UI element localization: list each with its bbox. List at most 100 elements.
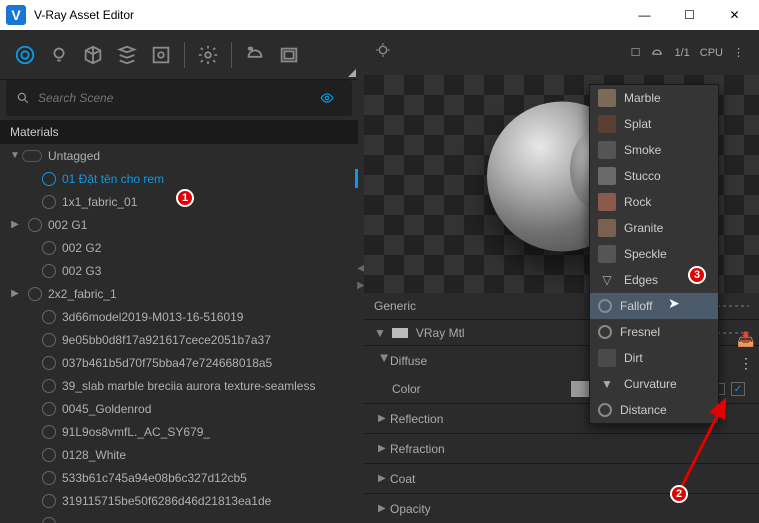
expand-arrow-icon[interactable]: ▼ <box>8 150 22 161</box>
search-filter-icon[interactable] <box>320 91 334 105</box>
material-ball-icon <box>42 402 56 416</box>
expand-arrow-icon[interactable]: ▶ <box>8 288 22 299</box>
cursor-pointer: ➤ <box>668 295 680 312</box>
search-input[interactable] <box>38 91 320 105</box>
tree-node[interactable]: 0045_Goldenrod <box>0 397 358 420</box>
materials-tab-icon[interactable] <box>8 38 42 72</box>
tree-node[interactable]: 01 Đặt tên cho rem <box>0 167 358 190</box>
preview-size-icon[interactable]: ☐ <box>631 46 641 59</box>
tree-node[interactable]: 91L9os8vmfL._AC_SY679_ <box>0 420 358 443</box>
popup-item-curvature[interactable]: ▼Curvature <box>590 371 718 397</box>
material-ball-icon <box>42 264 56 278</box>
material-type-label: VRay Mtl <box>416 326 465 340</box>
material-ball-icon <box>42 333 56 347</box>
tree-node[interactable]: 002 G2 <box>0 236 358 259</box>
texture-enable-checkbox[interactable]: ✓ <box>731 382 745 396</box>
tree-node[interactable]: 533b61c745a94e08b6c327d12cb5 <box>0 466 358 489</box>
popup-item-distance[interactable]: Distance <box>590 397 718 423</box>
popup-item-dirt[interactable]: Dirt <box>590 345 718 371</box>
window-maximize-button[interactable]: ☐ <box>667 0 712 30</box>
popup-item-label: Distance <box>620 403 667 417</box>
window-title: V-Ray Asset Editor <box>34 8 622 22</box>
tree-node[interactable]: 3d66model2019-M013-16-516019 <box>0 305 358 328</box>
toolbar-divider <box>231 42 232 68</box>
chevron-right-icon: ▶ <box>379 355 390 367</box>
accordion-opacity[interactable]: ▶Opacity <box>364 493 759 523</box>
texture-type-icon <box>598 89 616 107</box>
texture-type-icon <box>598 403 612 417</box>
popup-item-fresnel[interactable]: Fresnel <box>590 319 718 345</box>
isolate-icon[interactable] <box>374 41 392 64</box>
material-ball-icon <box>42 356 56 370</box>
tree-node[interactable]: ▶002 G1 <box>0 213 358 236</box>
tree-node[interactable]: 037b461b5d70f75bba47e724668018a5 <box>0 351 358 374</box>
tree-node-label: 533b61c745a94e08b6c327d12cb5 <box>62 471 352 485</box>
render-elements-tab-icon[interactable] <box>110 38 144 72</box>
tree-node[interactable]: 0128_White <box>0 443 358 466</box>
tree-node[interactable] <box>0 512 358 523</box>
expand-arrow-icon[interactable]: ▶ <box>8 219 22 230</box>
popup-item-marble[interactable]: Marble <box>590 85 718 111</box>
material-ball-icon <box>28 287 42 301</box>
popup-item-splat[interactable]: Splat <box>590 111 718 137</box>
materials-header: Materials <box>0 120 358 144</box>
preview-mode[interactable]: CPU <box>700 47 723 59</box>
accordion-label: Coat <box>390 472 415 486</box>
accordion-coat[interactable]: ▶Coat <box>364 463 759 493</box>
render-icon[interactable] <box>238 38 272 72</box>
tree-node-label: 91L9os8vmfL._AC_SY679_ <box>62 425 352 439</box>
window-close-button[interactable]: ✕ <box>712 0 757 30</box>
save-preset-icon[interactable]: 📥 <box>737 330 755 348</box>
tree-node[interactable]: 39_slab marble breciia aurora texture-se… <box>0 374 358 397</box>
popup-item-falloff[interactable]: Falloff <box>590 293 718 319</box>
right-side-tools: 📥 ⋮ <box>737 330 755 372</box>
material-ball-icon <box>42 448 56 462</box>
search-bar <box>6 80 352 116</box>
preview-scene-icon[interactable] <box>650 46 664 60</box>
chevron-right-icon: ▶ <box>378 413 390 424</box>
chevron-right-icon: ▶ <box>378 443 390 454</box>
tree-node[interactable]: ▼Untagged <box>0 144 358 167</box>
popup-item-rock[interactable]: Rock <box>590 189 718 215</box>
tree-node[interactable]: 002 G3 <box>0 259 358 282</box>
popup-item-smoke[interactable]: Smoke <box>590 137 718 163</box>
toolbar-divider <box>184 42 185 68</box>
texture-type-icon <box>598 167 616 185</box>
material-ball-icon <box>42 471 56 485</box>
material-ball-icon <box>42 494 56 508</box>
left-panel: Materials ▼Untagged01 Đặt tên cho rem 1x1… <box>0 30 358 523</box>
geometry-tab-icon[interactable] <box>76 38 110 72</box>
texture-type-icon <box>598 325 612 339</box>
popup-item-label: Dirt <box>624 351 643 365</box>
window-minimize-button[interactable]: — <box>622 0 667 30</box>
textures-tab-icon[interactable] <box>144 38 178 72</box>
material-ball-icon <box>42 195 56 209</box>
toolbar-expand-corner[interactable] <box>348 69 356 77</box>
accordion-refraction[interactable]: ▶Refraction <box>364 433 759 463</box>
annotation-badge-1: 1 <box>176 189 194 207</box>
popup-item-label: Marble <box>624 91 661 105</box>
tree-node[interactable]: ▶2x2_fabric_1 <box>0 282 358 305</box>
preview-menu-icon[interactable]: ⋮ <box>733 46 744 59</box>
visibility-icon[interactable] <box>22 150 42 162</box>
tree-node-label: 39_slab marble breciia aurora texture-se… <box>62 379 352 393</box>
accordion-label: Diffuse <box>390 354 427 368</box>
popup-item-granite[interactable]: Granite <box>590 215 718 241</box>
tree-node[interactable]: 9e05bb0d8f17a921617cece2051b7a37 <box>0 328 358 351</box>
lights-tab-icon[interactable] <box>42 38 76 72</box>
tree-node[interactable]: 319115715be50f6286d46d21813ea1de <box>0 489 358 512</box>
preview-toolbar: ☐ 1/1 CPU ⋮ <box>364 30 759 75</box>
popup-item-label: Falloff <box>620 299 652 313</box>
popup-item-label: Fresnel <box>620 325 660 339</box>
tree-node-label: 1x1_fabric_01 <box>62 195 352 209</box>
app-logo: V <box>6 5 26 25</box>
popup-item-speckle[interactable]: Speckle <box>590 241 718 267</box>
settings-icon[interactable] <box>191 38 225 72</box>
tree-node-label: 0128_White <box>62 448 352 462</box>
more-options-icon[interactable]: ⋮ <box>737 354 755 372</box>
popup-item-stucco[interactable]: Stucco <box>590 163 718 189</box>
generic-label: Generic <box>374 299 416 313</box>
popup-item-label: Stucco <box>624 169 661 183</box>
popup-item-label: Smoke <box>624 143 661 157</box>
frame-buffer-icon[interactable] <box>272 38 306 72</box>
